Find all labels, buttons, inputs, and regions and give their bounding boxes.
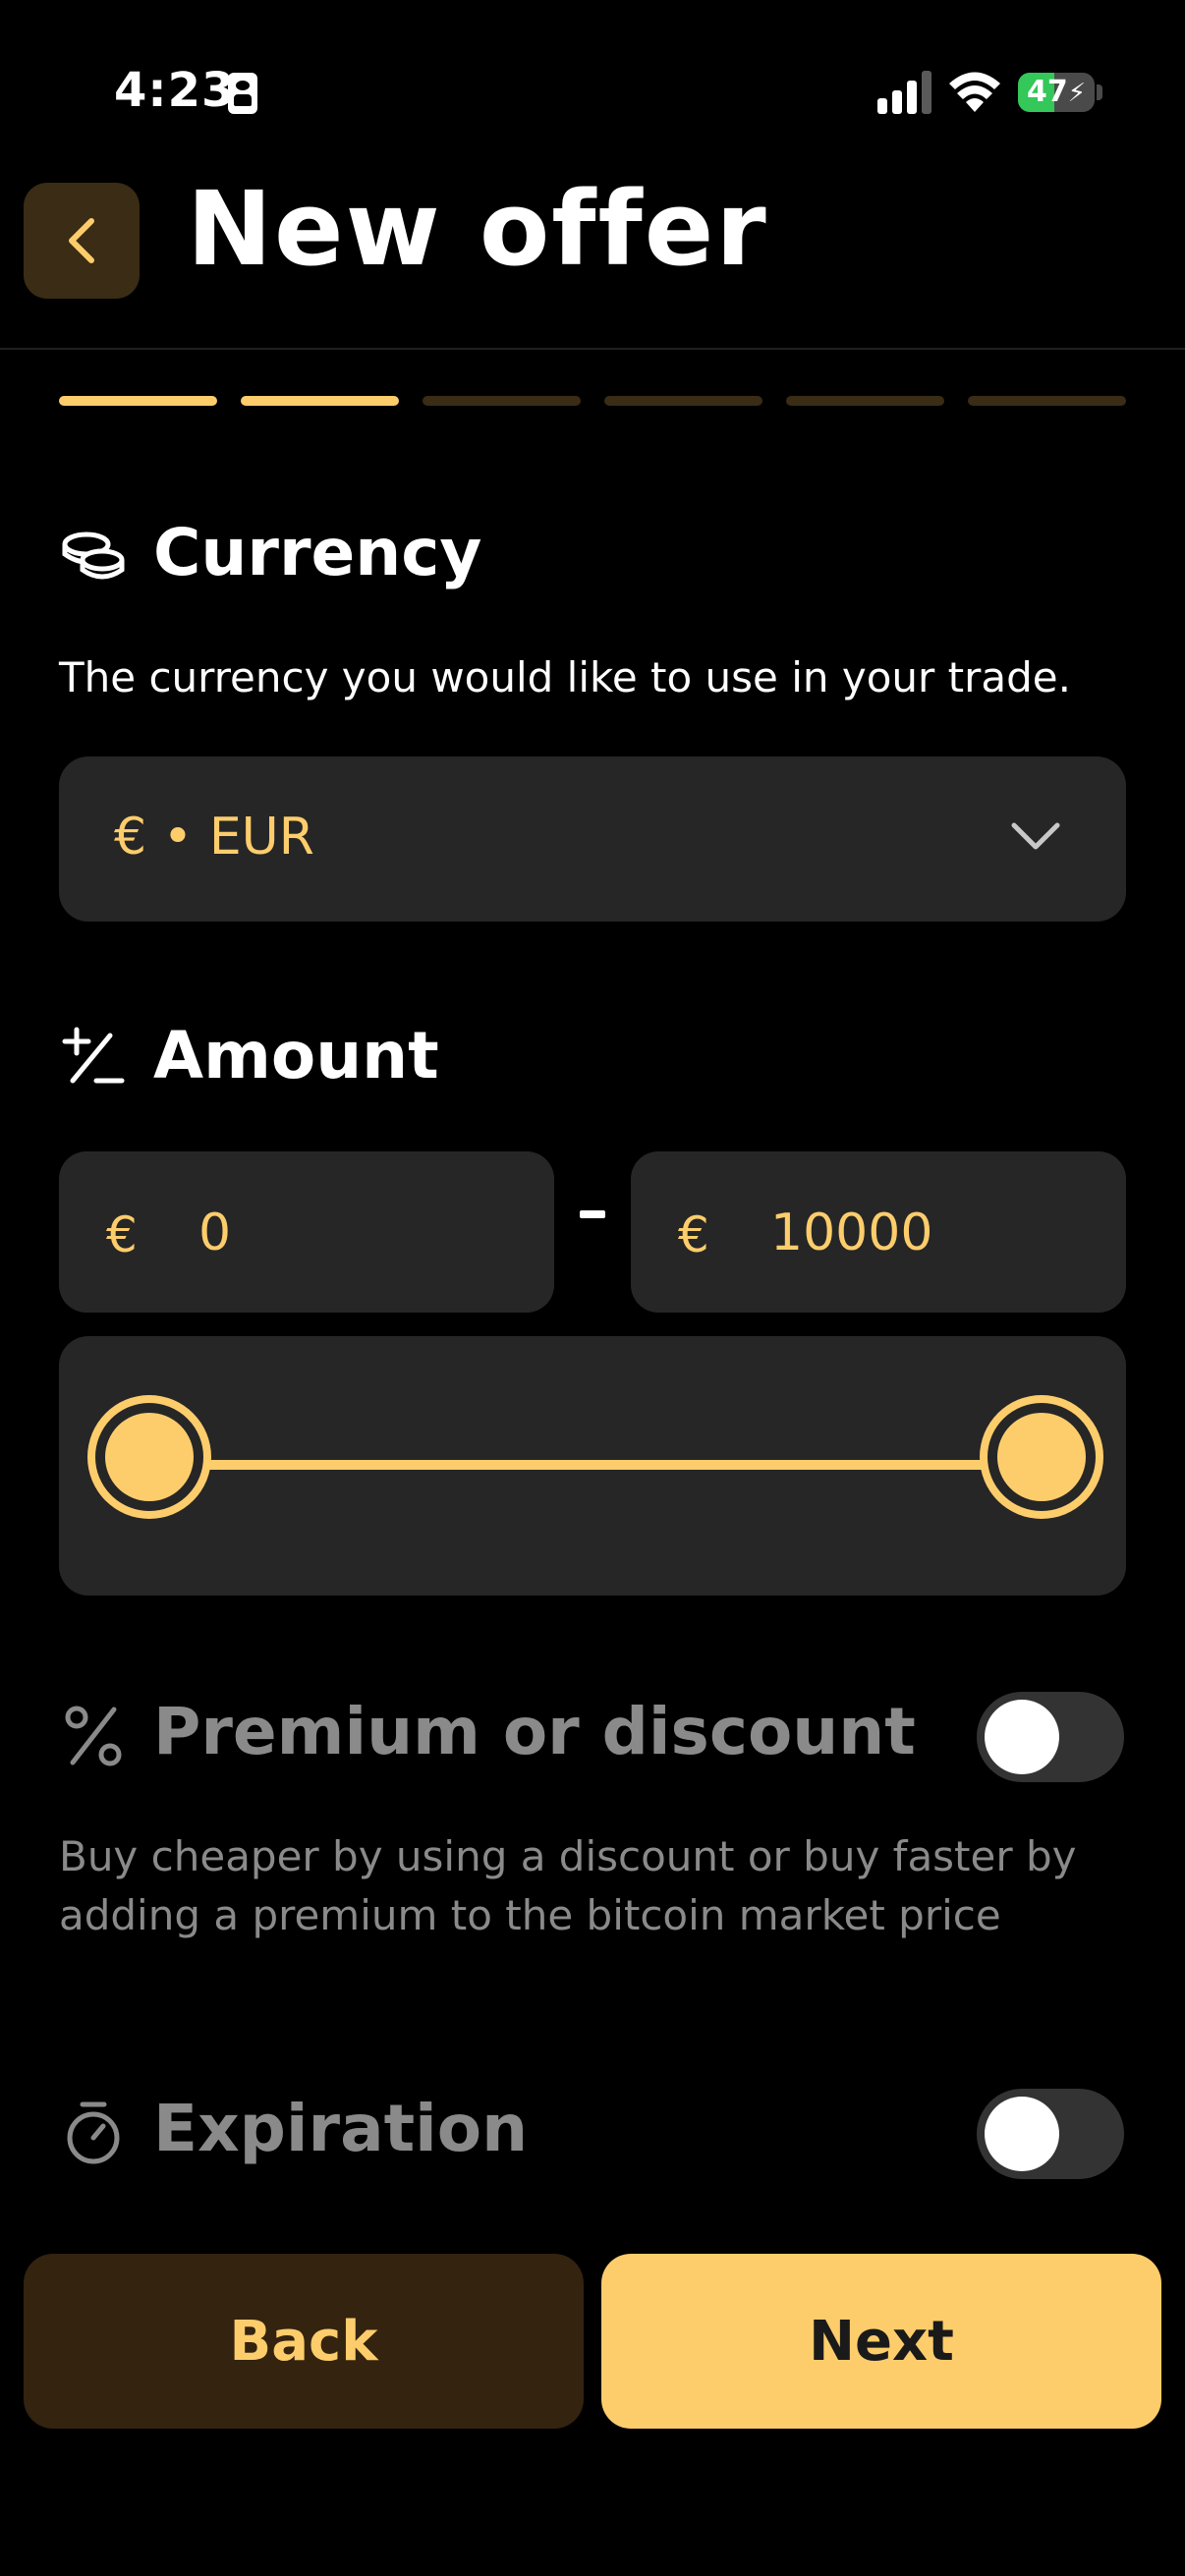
- premium-title: Premium or discount: [153, 1694, 916, 1769]
- progress-step: [423, 396, 581, 406]
- premium-toggle-knob: [985, 1700, 1059, 1774]
- currency-title: Currency: [153, 515, 482, 590]
- status-time: 4:23: [114, 63, 236, 118]
- progress-step: [786, 396, 944, 406]
- amount-max-currency: €: [678, 1206, 709, 1263]
- currency-select[interactable]: € • EUR: [59, 756, 1126, 922]
- progress-step: [59, 396, 217, 406]
- amount-min-input[interactable]: [197, 1189, 535, 1277]
- battery-indicator: 47⚡: [1018, 73, 1095, 112]
- slider-min-handle[interactable]: [95, 1403, 203, 1511]
- progress-steps: [59, 396, 1126, 408]
- progress-step: [241, 396, 399, 406]
- slider-max-handle[interactable]: [988, 1403, 1096, 1511]
- back-button[interactable]: Back: [24, 2254, 584, 2429]
- amount-range-slider: [59, 1336, 1126, 1596]
- battery-cap: [1097, 84, 1102, 100]
- plus-minus-icon: [62, 1027, 125, 1084]
- percent-icon: [65, 1706, 122, 1766]
- chevron-down-icon: [1011, 822, 1060, 850]
- header-back-button[interactable]: [24, 183, 140, 299]
- premium-toggle[interactable]: [977, 1692, 1124, 1782]
- progress-step: [604, 396, 762, 406]
- slider-track[interactable]: [143, 1460, 1047, 1470]
- cellular-signal-icon: [877, 69, 932, 114]
- stopwatch-icon: [67, 2101, 120, 2164]
- amount-min-currency: €: [106, 1206, 138, 1263]
- charging-bolt-icon: ⚡: [1067, 79, 1086, 108]
- amount-title: Amount: [153, 1018, 439, 1093]
- currency-description: The currency you would like to use in yo…: [59, 653, 1071, 701]
- expiration-toggle[interactable]: [977, 2089, 1124, 2179]
- amount-min-field[interactable]: €: [59, 1151, 554, 1313]
- premium-description: Buy cheaper by using a discount or buy f…: [59, 1832, 1077, 1939]
- progress-step: [968, 396, 1126, 406]
- amount-max-field[interactable]: €: [631, 1151, 1126, 1313]
- page-title: New offer: [187, 169, 768, 289]
- chevron-left-icon: [69, 218, 94, 263]
- battery-percent: 47: [1026, 75, 1068, 109]
- expiration-toggle-knob: [985, 2097, 1059, 2171]
- expiration-title: Expiration: [153, 2091, 529, 2166]
- amount-max-input[interactable]: [768, 1189, 1106, 1277]
- wifi-icon: [949, 72, 1000, 112]
- contact-card-icon: [228, 73, 257, 114]
- amount-range-separator: [580, 1210, 605, 1218]
- currency-select-value: € • EUR: [114, 808, 314, 867]
- next-button[interactable]: Next: [601, 2254, 1161, 2429]
- coins-icon: [62, 532, 125, 580]
- header-divider: [0, 348, 1185, 350]
